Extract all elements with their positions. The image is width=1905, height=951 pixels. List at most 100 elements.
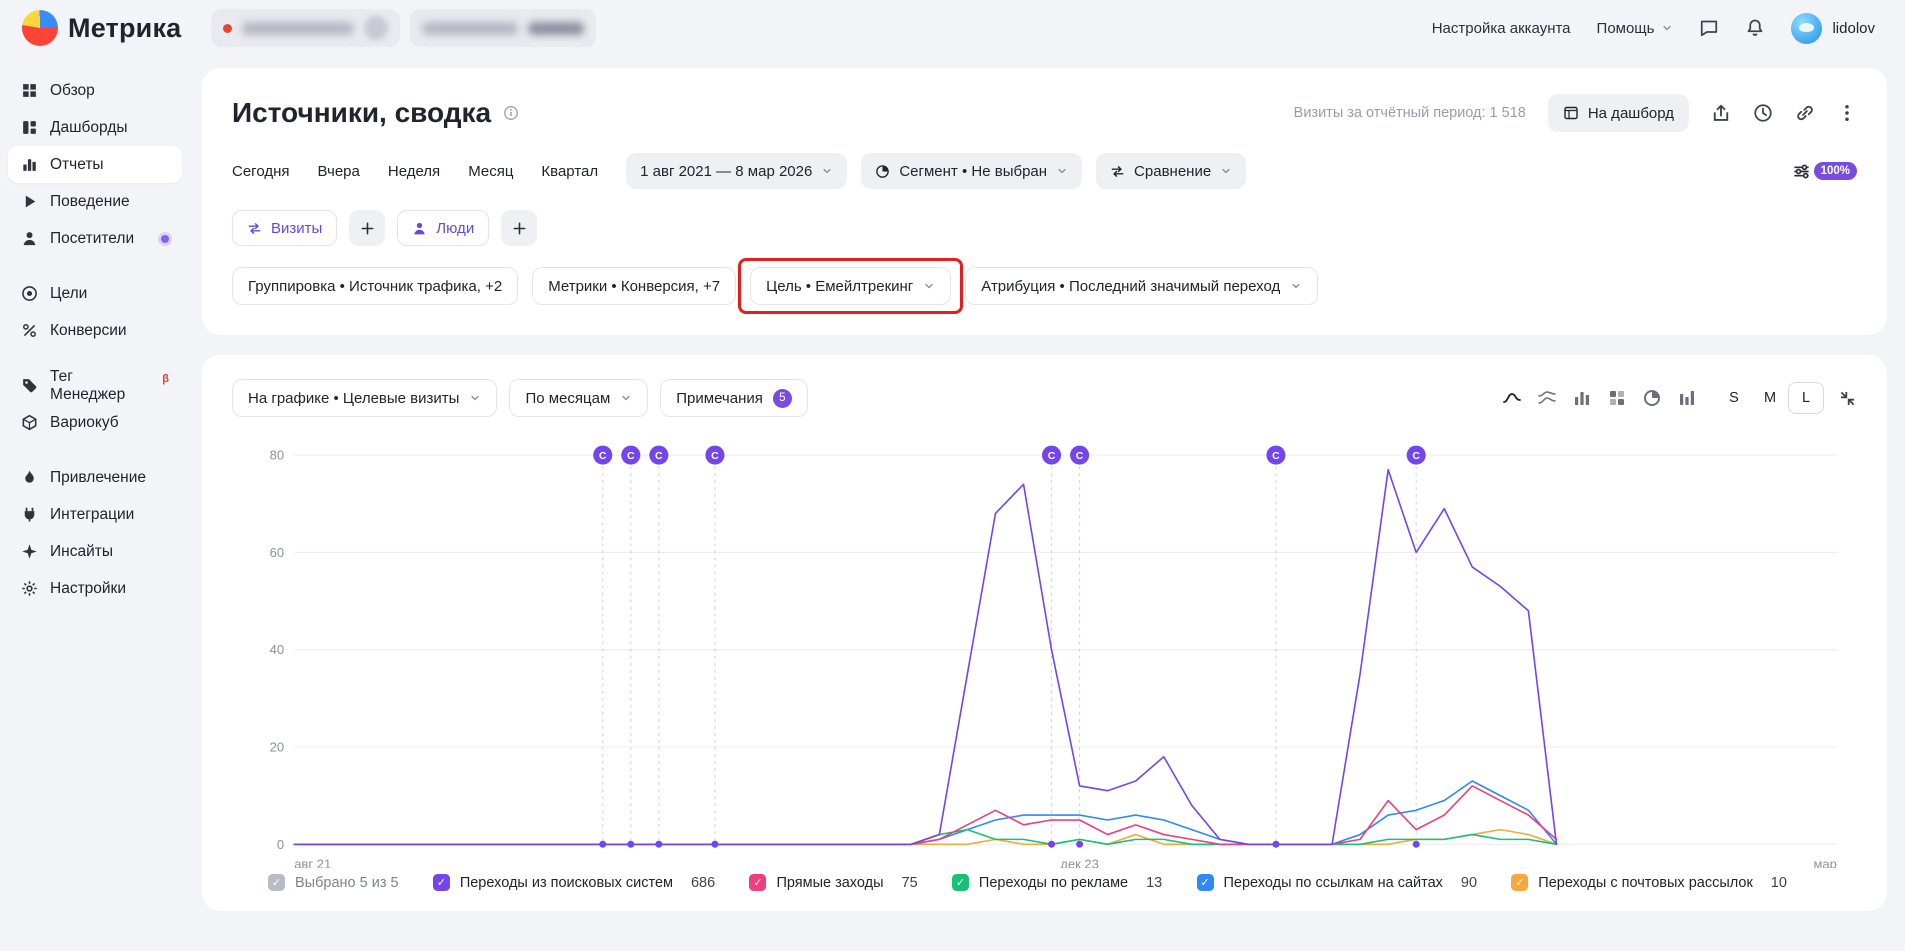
counter-selector-secondary[interactable] xyxy=(410,9,596,47)
sidebar-item-acquisition[interactable]: Привлечение xyxy=(8,459,182,496)
chart-card: На графике • Целевые визиты По месяцам П… xyxy=(202,355,1887,911)
status-dot xyxy=(223,24,232,33)
legend-item[interactable]: ✓Прямые заходы75 xyxy=(749,874,917,891)
goal-chip[interactable]: Цель • Емейлтрекинг xyxy=(750,267,951,305)
metrika-logo-icon xyxy=(22,10,58,46)
notes-button[interactable]: Примечания 5 xyxy=(660,379,808,417)
compare-arrows-icon xyxy=(1110,164,1125,179)
user-menu[interactable]: lidolov xyxy=(1791,13,1875,44)
chart-size-l[interactable]: L xyxy=(1788,382,1824,414)
legend-item[interactable]: ✓Переходы по ссылкам на сайтах90 xyxy=(1197,874,1478,891)
metrika-logo[interactable]: Метрика xyxy=(22,10,181,46)
redacted-text xyxy=(242,22,354,35)
report-header-card: Источники, сводка Визиты за отчётный пер… xyxy=(202,68,1887,335)
attribution-chip[interactable]: Атрибуция • Последний значимый переход xyxy=(965,267,1318,305)
plus-icon xyxy=(360,221,375,236)
metrics-chip[interactable]: Метрики • Конверсия, +7 xyxy=(532,267,736,305)
annotation-marker-label: C xyxy=(655,450,663,462)
grouping-chip[interactable]: Группировка • Источник трафика, +2 xyxy=(232,267,518,305)
add-people-metric-button[interactable] xyxy=(501,210,537,246)
checkbox-icon[interactable]: ✓ xyxy=(268,874,285,891)
checkbox-icon[interactable]: ✓ xyxy=(433,874,450,891)
annotation-dot[interactable] xyxy=(627,841,634,848)
sidebar-item-dashboards[interactable]: Дашборды xyxy=(8,109,182,146)
period-tab[interactable]: Квартал xyxy=(541,163,598,180)
sidebar-item-overview[interactable]: Обзор xyxy=(8,72,182,109)
legend-item[interactable]: ✓Переходы из поисковых систем686 xyxy=(433,874,715,891)
period-tab[interactable]: Месяц xyxy=(468,163,513,180)
period-tab[interactable]: Неделя xyxy=(388,163,440,180)
stacked-line-icon[interactable] xyxy=(1532,383,1562,413)
more-menu-icon[interactable] xyxy=(1837,103,1857,123)
annotation-dot[interactable] xyxy=(1413,841,1420,848)
sidebar-item-visitors[interactable]: Посетители xyxy=(8,220,182,257)
visits-summary: Визиты за отчётный период: 1 518 xyxy=(1294,105,1526,121)
smooth-line-icon[interactable] xyxy=(1497,383,1527,413)
checkbox-icon[interactable]: ✓ xyxy=(1197,874,1214,891)
chart-size-m[interactable]: M xyxy=(1752,382,1788,414)
date-range-selector[interactable]: 1 авг 2021 — 8 мар 2026 xyxy=(626,153,847,189)
sidebar-item-tag-manager[interactable]: Тег Менеджерβ xyxy=(8,367,182,404)
chart-line[interactable] xyxy=(294,470,1556,845)
dashboard-window-icon xyxy=(1563,105,1579,121)
info-icon[interactable] xyxy=(503,105,519,121)
sidebar-item-behavior[interactable]: Поведение xyxy=(8,183,182,220)
notifications-bell-icon[interactable] xyxy=(1745,18,1765,38)
sidebar-item-goals[interactable]: Цели xyxy=(8,275,182,312)
people-metric-chip[interactable]: Люди xyxy=(397,210,489,246)
sampling-control[interactable]: 100% xyxy=(1792,162,1857,181)
columns-icon[interactable] xyxy=(1672,383,1702,413)
bar-chart-icon[interactable] xyxy=(1567,383,1597,413)
sidebar-item-reports[interactable]: Отчеты xyxy=(8,146,182,183)
person-icon xyxy=(21,230,38,247)
chevron-down-icon xyxy=(923,280,935,292)
period-tab[interactable]: Сегодня xyxy=(232,163,290,180)
annotation-dot[interactable] xyxy=(1076,841,1083,848)
x-axis-label: авг 21 xyxy=(294,856,331,868)
traffic-sources-line-chart[interactable]: 020406080авг 21дек 23марCCCCCCCC xyxy=(232,425,1857,868)
checkbox-icon[interactable]: ✓ xyxy=(749,874,766,891)
period-tab[interactable]: Вчера xyxy=(318,163,360,180)
sidebar-item-settings[interactable]: Настройки xyxy=(8,570,182,607)
play-icon xyxy=(21,193,38,210)
chart-line[interactable] xyxy=(294,786,1556,844)
chart-metric-selector[interactable]: На графике • Целевые визиты xyxy=(232,379,497,417)
export-icon[interactable] xyxy=(1711,103,1731,123)
counter-selector-primary[interactable] xyxy=(211,9,400,47)
sparkle-icon xyxy=(21,543,38,560)
legend-item[interactable]: ✓Переходы по рекламе13 xyxy=(952,874,1162,891)
granularity-selector[interactable]: По месяцам xyxy=(509,379,648,417)
segment-selector[interactable]: Сегмент • Не выбран xyxy=(861,153,1082,189)
legend-select-all[interactable]: ✓Выбрано 5 из 5 xyxy=(268,874,399,891)
annotation-dot[interactable] xyxy=(711,841,718,848)
comparison-selector[interactable]: Сравнение xyxy=(1096,153,1246,189)
chart-line[interactable] xyxy=(294,781,1556,844)
help-menu[interactable]: Помощь xyxy=(1597,20,1674,37)
sidebar-item-insights[interactable]: Инсайты xyxy=(8,533,182,570)
annotation-dot[interactable] xyxy=(1272,841,1279,848)
visits-metric-chip[interactable]: Визиты xyxy=(232,210,337,246)
y-axis-label: 60 xyxy=(270,545,284,560)
legend-item[interactable]: ✓Переходы с почтовых рассылок10 xyxy=(1511,874,1787,891)
sidebar-item-integrations[interactable]: Интеграции xyxy=(8,496,182,533)
sidebar-item-variocube[interactable]: Вариокуб xyxy=(8,404,182,441)
gear-icon xyxy=(21,580,38,597)
copy-link-icon[interactable] xyxy=(1795,103,1815,123)
chat-icon[interactable] xyxy=(1699,18,1719,38)
sidebar-item-label: Поведение xyxy=(50,193,130,211)
annotation-dot[interactable] xyxy=(599,841,606,848)
add-visits-metric-button[interactable] xyxy=(349,210,385,246)
checkbox-icon[interactable]: ✓ xyxy=(1511,874,1528,891)
annotation-dot[interactable] xyxy=(655,841,662,848)
annotation-dot[interactable] xyxy=(1048,841,1055,848)
add-to-dashboard-button[interactable]: На дашборд xyxy=(1548,94,1689,132)
chart-size-s[interactable]: S xyxy=(1716,382,1752,414)
stacked-bars-icon[interactable] xyxy=(1602,383,1632,413)
chevron-down-icon xyxy=(620,392,632,404)
history-icon[interactable] xyxy=(1753,103,1773,123)
collapse-chart-icon[interactable] xyxy=(1838,389,1857,408)
sidebar-item-conversions[interactable]: Конверсии xyxy=(8,312,182,349)
pie-chart-icon[interactable] xyxy=(1637,383,1667,413)
account-settings-link[interactable]: Настройка аккаунта xyxy=(1432,20,1571,37)
checkbox-icon[interactable]: ✓ xyxy=(952,874,969,891)
